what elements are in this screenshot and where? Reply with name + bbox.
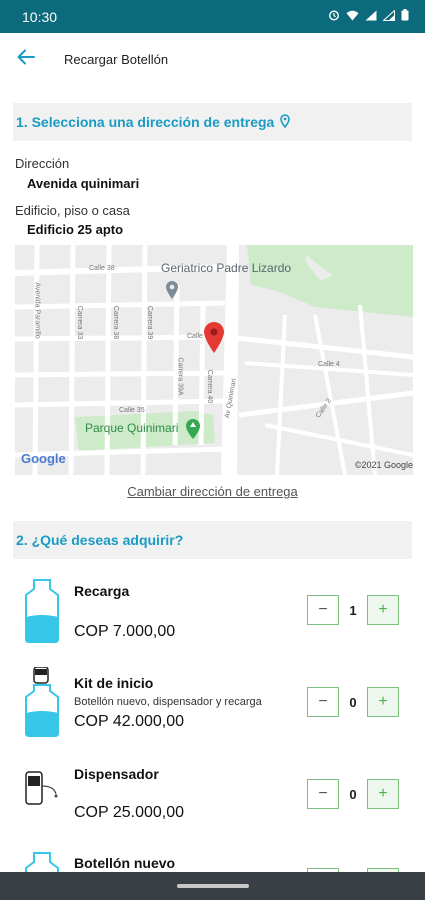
arrow-left-icon	[17, 49, 35, 70]
product-item-recarga: Recarga COP 7.000,00 − 1 +	[0, 575, 425, 655]
back-button[interactable]	[4, 37, 48, 81]
status-bar: 10:30	[0, 0, 425, 33]
signal-icon	[365, 10, 377, 24]
increase-button[interactable]: +	[367, 595, 399, 625]
product-price: COP 7.000,00	[74, 623, 176, 640]
alarm-icon	[328, 9, 340, 24]
map-label-carrera40: Carrera 40	[206, 369, 214, 404]
google-logo: Google	[21, 451, 66, 466]
section-title-products: 2. ¿Qué deseas adquirir?	[16, 532, 184, 548]
direccion-label: Dirección	[15, 156, 70, 171]
edificio-label: Edificio, piso o casa	[15, 203, 130, 218]
product-item-kit: Kit de inicio Botellón nuevo, dispensado…	[0, 665, 425, 745]
product-name: Dispensador	[74, 766, 159, 782]
water-jug-icon	[20, 852, 64, 872]
change-address-link[interactable]: Cambiar dirección de entrega	[0, 484, 425, 499]
increase-button[interactable]: +	[367, 687, 399, 717]
status-time: 10:30	[22, 8, 58, 25]
map-label-calle35: Calle 35	[119, 407, 145, 414]
product-name: Recarga	[74, 583, 130, 599]
street-v6	[198, 304, 206, 446]
decrease-button[interactable]: −	[307, 687, 339, 717]
status-icons	[328, 8, 409, 24]
signal-2-icon	[382, 8, 395, 24]
dispenser-icon	[20, 768, 64, 817]
quantity-value: 0	[349, 786, 357, 802]
product-name: Botellón nuevo	[74, 855, 176, 871]
product-name: Kit de inicio	[74, 675, 154, 691]
map-label-calle-short: Calle	[187, 333, 203, 340]
direccion-value: Avenida quinimari	[27, 176, 140, 191]
decrease-button[interactable]: −	[307, 779, 339, 809]
quantity-stepper: − 0 +	[307, 687, 399, 717]
map-label-carrera39a: Carrera 39A	[176, 357, 184, 396]
map-copyright: ©2021 Google	[354, 460, 413, 470]
map-label-avparamillo: Avenida Paramillo	[33, 282, 41, 339]
map-label-calle38: Calle 38	[89, 265, 115, 272]
water-dispenser-jug-icon	[20, 666, 64, 742]
water-jug-icon	[20, 579, 64, 648]
street-v2	[68, 245, 76, 475]
street-v3	[104, 245, 112, 475]
product-item-botellon: Botellón nuevo − +	[0, 850, 425, 872]
product-price: COP 42.000,00	[74, 713, 185, 730]
page-title: Recargar Botellón	[64, 51, 169, 67]
location-pin-icon	[280, 113, 291, 131]
delivery-map[interactable]: Geriatrico Padre Lizardo Calle 38 Calle …	[15, 245, 413, 475]
home-gesture-handle[interactable]	[176, 884, 249, 888]
section-header-address: 1. Selecciona una dirección de entrega	[13, 103, 412, 141]
street-v1	[32, 245, 40, 475]
section-title-address: 1. Selecciona una dirección de entrega	[16, 114, 275, 130]
quantity-value: 1	[349, 602, 357, 618]
quantity-stepper: − 0 +	[307, 779, 399, 809]
map-label-carrera33: Carrera 33	[76, 305, 84, 340]
product-description: Botellón nuevo, dispensador y recarga	[74, 696, 262, 708]
increase-button[interactable]: +	[367, 779, 399, 809]
street-v4	[140, 245, 148, 475]
quantity-value: 0	[349, 694, 357, 710]
system-nav-bar	[0, 872, 425, 900]
map-label-parque: Parque Quinimari	[85, 421, 179, 435]
edificio-value: Edificio 25 apto	[27, 222, 124, 237]
map-label-calle4: Calle 4	[318, 361, 340, 368]
section-header-products: 2. ¿Qué deseas adquirir?	[13, 521, 412, 559]
product-item-dispensador: Dispensador COP 25.000,00 − 0 +	[0, 764, 425, 844]
wifi-icon	[346, 10, 359, 24]
product-price: COP 25.000,00	[74, 804, 185, 821]
map-label-carrera39: Carrera 39	[146, 305, 154, 340]
app-bar: Recargar Botellón	[0, 33, 425, 85]
battery-icon	[401, 9, 409, 24]
quantity-stepper: − 1 +	[307, 595, 399, 625]
decrease-button[interactable]: −	[307, 595, 339, 625]
street-h4	[15, 370, 228, 378]
map-label-geriatrico: Geriatrico Padre Lizardo	[161, 261, 292, 275]
map-label-carrera38: Carrera 38	[112, 305, 120, 340]
